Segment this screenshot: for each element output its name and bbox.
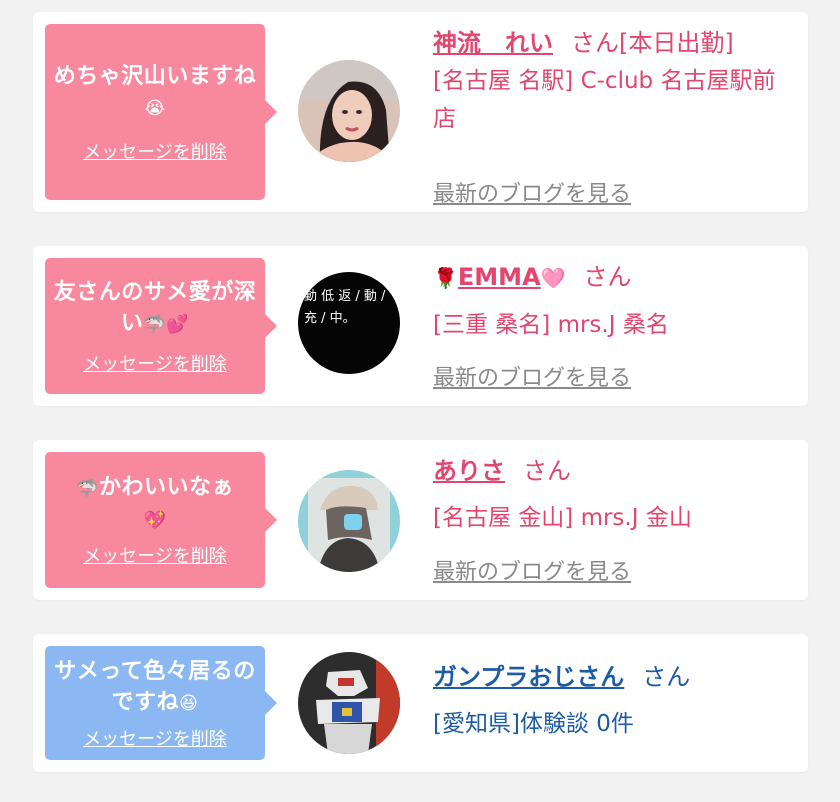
message-body: かわいいなぁ [98,475,234,500]
shop-info: [三重 桑名] mrs.J 桑名 [433,312,669,338]
profile-name-link[interactable]: EMMA [458,263,541,291]
avatar-photo-woman [298,60,400,162]
grinning-emoji-icon: 😆 [179,692,199,714]
shark-emoji-icon: 🦈 [76,478,99,499]
honorific: さん [583,263,632,291]
message-body: めちゃ沢山いますね [53,63,257,89]
honorific: さん [523,457,571,485]
name-line: 🌹EMMA🩷 さん [433,260,794,295]
latest-blog-link[interactable]: 最新のブログを見る [433,360,631,392]
message-bubble: サメって色々居るのですね😆 メッセージを削除 [45,646,277,760]
profile-name-link[interactable]: ガンプラおじさん [433,663,624,691]
message-list: めちゃ沢山いますね 😭 メッセージを削除 神流 れい さん[本日出勤] [名古屋 名… [0,0,840,802]
delete-message-link[interactable]: メッセージを削除 [83,542,227,568]
message-bubble: 🦈かわいいなぁ 💖 メッセージを削除 [45,452,277,588]
message-bubble: 友さんのサメ愛が深い🦈💕 メッセージを削除 [45,258,277,394]
message-card: サメって色々居るのですね😆 メッセージを削除 ガンプラおじさん さん [愛知県]体… [33,634,808,772]
message-text: サメって色々居るのですね😆 [53,656,257,719]
delete-message-link[interactable]: メッセージを削除 [83,350,227,376]
delete-message-link[interactable]: メッセージを削除 [83,725,227,751]
review-info: [愛知県]体験談 0件 [433,711,634,737]
message-card: めちゃ沢山いますね 😭 メッセージを削除 神流 れい さん[本日出勤] [名古屋 名… [33,12,808,212]
latest-blog-link[interactable]: 最新のブログを見る [433,176,631,208]
avatar-caption: 動 低 返 / 動 / 充 / 中。 [304,289,386,326]
shop-info: [名古屋 金山] mrs.J 金山 [433,505,692,531]
message-text: 🦈かわいいなぁ 💖 [76,472,234,536]
avatar[interactable] [298,652,400,754]
honorific-status: さん[本日出勤] [571,29,734,57]
profile-info: 神流 れい さん[本日出勤] [名古屋 名駅] C-club 名古屋駅前店 最新の… [433,26,794,207]
profile-info: ガンプラおじさん さん [愛知県]体験談 0件 [433,660,794,760]
message-body: サメって色々居るのですね [54,658,256,715]
avatar[interactable] [298,470,400,572]
delete-message-link[interactable]: メッセージを削除 [83,138,227,164]
rose-icon: 🌹 [433,266,458,290]
honorific: さん [642,663,691,691]
shark-hearts-emoji-icon: 🦈💕 [143,313,190,335]
message-text: 友さんのサメ愛が深い🦈💕 [53,277,257,340]
message-card: 🦈かわいいなぁ 💖 メッセージを削除 ありさ さん [名古屋 金山] mrs.J 金… [33,440,808,600]
shop-info: [名古屋 名駅] C-club 名古屋駅前店 [433,68,776,132]
profile-info: ありさ さん [名古屋 金山] mrs.J 金山 最新のブログを見る [433,454,794,590]
profile-name-link[interactable]: 神流 れい [433,29,553,57]
avatar-photo-gundam-model [298,652,400,754]
latest-blog-link[interactable]: 最新のブログを見る [433,554,631,586]
profile-info: 🌹EMMA🩷 さん [三重 桑名] mrs.J 桑名 最新のブログを見る [433,260,794,396]
heart-icon: 🩷 [540,266,566,290]
message-bubble: めちゃ沢山いますね 😭 メッセージを削除 [45,24,277,200]
name-line: 神流 れい さん[本日出勤] [433,26,794,60]
profile-name-link[interactable]: ありさ [433,457,505,485]
message-card: 友さんのサメ愛が深い🦈💕 メッセージを削除 動 低 返 / 動 / 充 / 中。… [33,246,808,406]
avatar-photo-person-cap [298,470,400,572]
name-line: ガンプラおじさん さん [433,660,794,694]
avatar[interactable] [298,60,400,162]
crying-emoji-icon: 😭 [144,97,166,119]
name-line: ありさ さん [433,454,794,488]
avatar[interactable]: 動 低 返 / 動 / 充 / 中。 [298,272,400,374]
sparkle-heart-emoji-icon: 💖 [143,510,167,531]
message-text: めちゃ沢山いますね 😭 [53,61,257,124]
